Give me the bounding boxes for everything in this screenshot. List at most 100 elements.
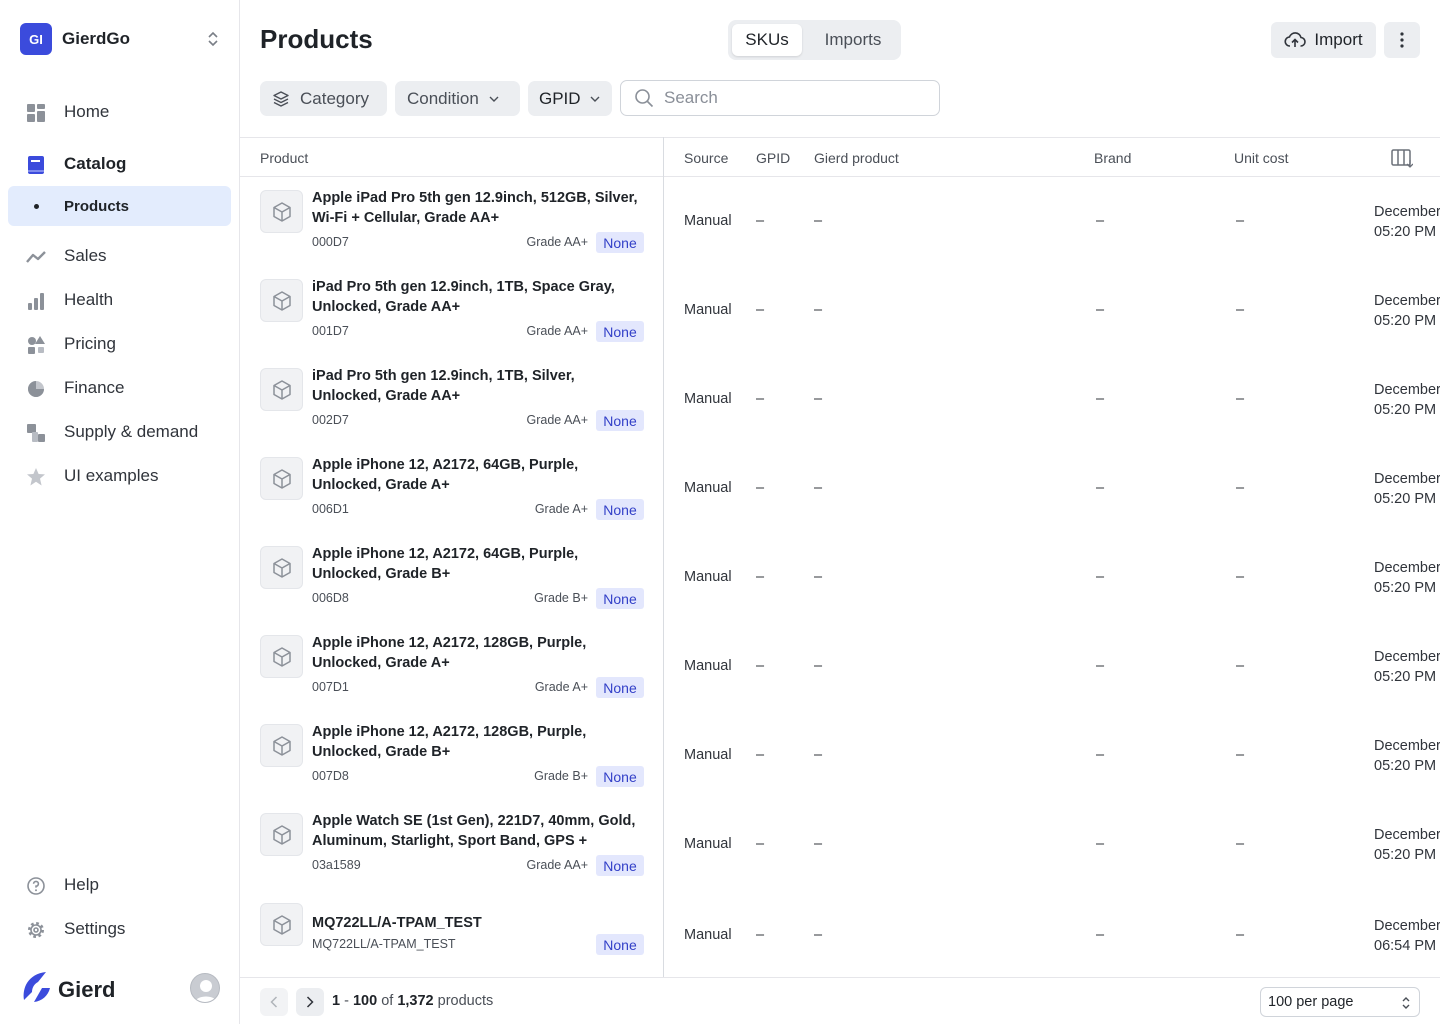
sidebar-item-ui-examples[interactable]: UI examples [8, 456, 231, 496]
product-name[interactable]: iPad Pro 5th gen 12.9inch, 1TB, Silver, … [312, 366, 646, 406]
sidebar-item-catalog[interactable]: Catalog [8, 144, 231, 184]
product-name[interactable]: Apple iPhone 12, A2172, 64GB, Purple, Un… [312, 544, 646, 584]
total-count: 1,372 [397, 993, 434, 1009]
avatar[interactable] [190, 973, 220, 1003]
per-page-select[interactable]: 100 per page [1260, 987, 1420, 1017]
column-header-brand[interactable]: Brand [1094, 150, 1131, 166]
source-cell: Manual [684, 927, 732, 943]
sidebar-item-supply-demand[interactable]: Supply & demand [8, 412, 231, 452]
column-header-source[interactable]: Source [684, 150, 728, 166]
table-row[interactable]: Apple iPad Pro 5th gen 12.9inch, 512GB, … [240, 178, 1440, 267]
sidebar-item-health[interactable]: Health [8, 280, 231, 320]
product-name[interactable]: Apple Watch SE (1st Gen), 221D7, 40mm, G… [312, 811, 646, 851]
time-text: 06:54 PM [1374, 938, 1437, 954]
product-thumbnail [260, 457, 303, 500]
table-row[interactable]: Apple iPhone 12, A2172, 64GB, Purple, Un… [240, 534, 1440, 623]
date-cell: December 06:54 PM [1374, 916, 1440, 956]
unit-cost-cell: – [1236, 747, 1245, 763]
gpid-cell: – [756, 480, 765, 496]
table-row[interactable]: iPad Pro 5th gen 12.9inch, 1TB, Space Gr… [240, 267, 1440, 356]
gpid-cell: – [756, 391, 765, 407]
sidebar-item-sales[interactable]: Sales [8, 236, 231, 276]
source-cell: Manual [684, 213, 732, 229]
category-filter[interactable]: Category [260, 81, 387, 116]
sidebar-item-home[interactable]: Home [8, 92, 231, 132]
sidebar-item-label: Supply & demand [64, 422, 199, 441]
more-vertical-icon [1400, 32, 1404, 48]
product-name[interactable]: iPad Pro 5th gen 12.9inch, 1TB, Space Gr… [312, 277, 646, 317]
product-name[interactable]: Apple iPhone 12, A2172, 128GB, Purple, U… [312, 633, 646, 673]
package-icon [271, 646, 293, 668]
boxes-icon [26, 423, 46, 443]
status-badge: None [596, 677, 644, 698]
time-text: 05:20 PM [1374, 491, 1437, 507]
table-row[interactable]: Apple iPhone 12, A2172, 64GB, Purple, Un… [240, 445, 1440, 534]
columns-settings-icon[interactable] [1391, 148, 1413, 168]
product-name[interactable]: MQ722LL/A-TPAM_TEST [312, 913, 646, 933]
brand-cell: – [1096, 927, 1105, 943]
condition-filter[interactable]: Condition [395, 81, 520, 116]
product-name[interactable]: Apple iPhone 12, A2172, 64GB, Purple, Un… [312, 455, 646, 495]
date-text: December [1374, 204, 1440, 220]
date-cell: December 05:20 PM [1374, 647, 1440, 687]
product-grade: Grade B+ [534, 591, 588, 605]
package-icon [271, 914, 293, 936]
gierd-product-cell: – [814, 927, 823, 943]
status-badge: None [596, 321, 644, 342]
sidebar-item-settings[interactable]: Settings [8, 909, 231, 949]
source-cell: Manual [684, 658, 732, 674]
status-badge: None [596, 232, 644, 253]
sidebar-item-label: Sales [64, 246, 107, 265]
brand-cell: – [1096, 391, 1105, 407]
sidebar-item-pricing[interactable]: Pricing [8, 324, 231, 364]
pie-chart-icon [26, 379, 46, 399]
more-actions-button[interactable] [1384, 22, 1420, 58]
sidebar-item-help[interactable]: Help [8, 865, 231, 905]
tab-imports[interactable]: Imports [810, 24, 896, 56]
column-header-gierd-product[interactable]: Gierd product [814, 150, 899, 166]
product-name[interactable]: Apple iPad Pro 5th gen 12.9inch, 512GB, … [312, 188, 646, 228]
gpid-cell: – [756, 302, 765, 318]
table-row[interactable]: Apple iPhone 12, A2172, 128GB, Purple, U… [240, 712, 1440, 801]
gpid-cell: – [756, 836, 765, 852]
column-header-unit-cost[interactable]: Unit cost [1234, 150, 1288, 166]
column-header-gpid[interactable]: GPID [756, 150, 790, 166]
import-button[interactable]: Import [1271, 22, 1376, 58]
per-page-value: 100 per page [1268, 994, 1354, 1010]
table-row[interactable]: Apple Watch SE (1st Gen), 221D7, 40mm, G… [240, 801, 1440, 890]
time-text: 05:20 PM [1374, 847, 1437, 863]
sidebar-item-finance[interactable]: Finance [8, 368, 231, 408]
search-input[interactable]: Search [620, 80, 940, 116]
of-label: of [381, 993, 394, 1009]
gpid-filter[interactable]: GPID [528, 81, 612, 116]
column-header-product[interactable]: Product [260, 150, 308, 166]
sidebar-item-label: Finance [64, 378, 125, 397]
status-badge: None [596, 934, 644, 955]
time-text: 05:20 PM [1374, 313, 1437, 329]
gpid-cell: – [756, 927, 765, 943]
brand-cell: – [1096, 302, 1105, 318]
table-row[interactable]: MQ722LL/A-TPAM_TEST MQ722LL/A-TPAM_TEST No… [240, 890, 1440, 977]
product-thumbnail [260, 546, 303, 589]
date-text: December [1374, 827, 1440, 843]
search-icon [634, 88, 654, 108]
next-page-button[interactable] [296, 988, 324, 1016]
prev-page-button[interactable] [260, 988, 288, 1016]
help-circle-icon [26, 876, 46, 896]
table-row[interactable]: iPad Pro 5th gen 12.9inch, 1TB, Silver, … [240, 356, 1440, 445]
product-thumbnail [260, 903, 303, 946]
gierd-logo-icon [20, 970, 52, 1009]
shapes-icon [26, 335, 46, 355]
workspace-switcher[interactable]: GI GierdGo [20, 23, 220, 55]
product-name[interactable]: Apple iPhone 12, A2172, 128GB, Purple, U… [312, 722, 646, 762]
product-thumbnail [260, 190, 303, 233]
sidebar-item-products[interactable]: Products [8, 186, 231, 226]
product-grade: Grade A+ [534, 502, 588, 516]
sidebar-item-label: Home [64, 102, 110, 121]
brand-cell: – [1096, 213, 1105, 229]
tab-skus[interactable]: SKUs [732, 24, 802, 56]
source-cell: Manual [684, 569, 732, 585]
unit-cost-cell: – [1236, 213, 1245, 229]
table-row[interactable]: Apple iPhone 12, A2172, 128GB, Purple, U… [240, 623, 1440, 712]
gierd-product-cell: – [814, 391, 823, 407]
